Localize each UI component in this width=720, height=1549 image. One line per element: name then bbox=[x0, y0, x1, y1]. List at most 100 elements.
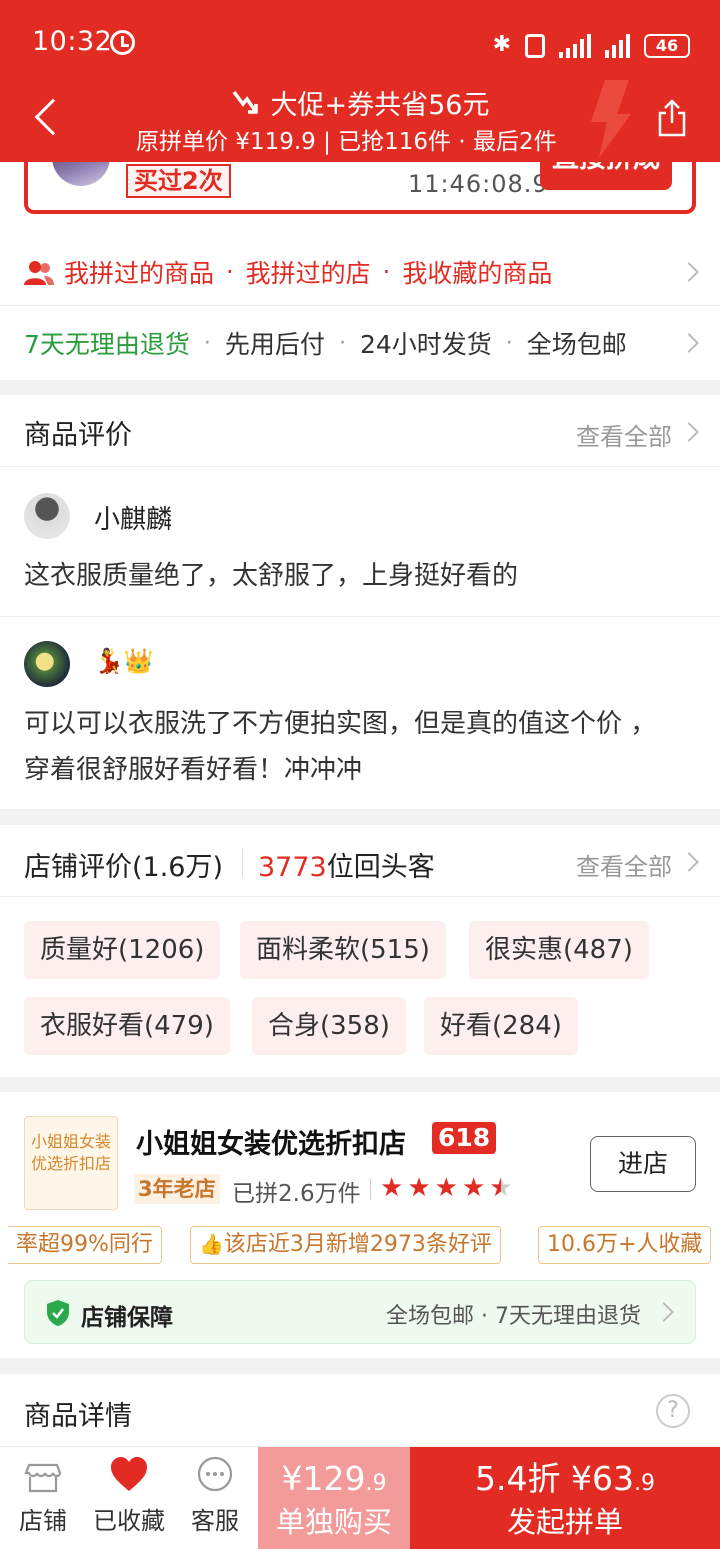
review-tag[interactable]: 好看(284) bbox=[424, 997, 578, 1055]
star-icon: ★ bbox=[434, 1173, 458, 1203]
review-tag[interactable]: 质量好(1206) bbox=[24, 921, 221, 979]
chevron-right-icon bbox=[679, 262, 699, 282]
solo-label: 单独购买 bbox=[275, 1505, 392, 1539]
shop-logo[interactable]: 小姐姐女装优选折扣店 bbox=[24, 1116, 118, 1210]
start-group-buy-button[interactable]: 5.4折 ¥63.9 发起拼单 bbox=[410, 1447, 720, 1549]
signal-icon-2 bbox=[605, 34, 630, 58]
see-all-reviews-link[interactable]: 查看全部 bbox=[576, 417, 672, 452]
star-icon: ★ bbox=[380, 1173, 404, 1203]
chevron-right-icon bbox=[679, 333, 699, 353]
shop-highlight-chip: 10.6万+人收藏 bbox=[538, 1226, 712, 1264]
group-price: 5.4折 ¥63.9 bbox=[410, 1447, 720, 1502]
separator-dot: · bbox=[338, 330, 346, 356]
product-page: 10:32 ✱ 46 大促+券共省56元 原拼单价 ¥119.9 | 已抢116… bbox=[0, 0, 720, 1549]
tab-label: 店铺 bbox=[19, 1507, 67, 1535]
review-tag[interactable]: 很实惠(487) bbox=[469, 921, 649, 979]
chevron-right-icon bbox=[654, 1302, 674, 1322]
link-favorites[interactable]: 我收藏的商品 bbox=[402, 254, 552, 290]
separator-dot: · bbox=[226, 258, 234, 286]
promo-subtext: 原拼单价 ¥119.9 | 已抢116件 · 最后2件 bbox=[136, 129, 557, 155]
thumbs-up-icon: 👍 bbox=[199, 1232, 224, 1256]
buy-alone-button[interactable]: ¥129.9 单独购买 bbox=[258, 1447, 410, 1549]
reviewer-name: 小麒麟 bbox=[94, 505, 173, 535]
users-icon bbox=[24, 261, 54, 285]
solo-price-int: ¥129 bbox=[281, 1459, 366, 1498]
divider bbox=[370, 1178, 371, 1200]
tab-favorited[interactable]: 已收藏 bbox=[86, 1455, 172, 1536]
vibrate-icon bbox=[525, 34, 545, 58]
heart-icon bbox=[111, 1457, 147, 1491]
separator-dot: · bbox=[505, 330, 513, 356]
shop-reviews-header: 店铺评价(1.6万) 3773位回头客 查看全部 bbox=[0, 825, 720, 897]
half-star-icon: ★ bbox=[489, 1173, 513, 1203]
chevron-right-icon bbox=[679, 422, 699, 442]
tab-customer-service[interactable]: 客服 bbox=[172, 1455, 258, 1536]
price-drop-icon bbox=[232, 90, 258, 114]
star-icon: ★ bbox=[461, 1173, 486, 1203]
status-bar: 10:32 ✱ 46 bbox=[0, 0, 720, 82]
enter-shop-button[interactable]: 进店 bbox=[590, 1136, 696, 1192]
returning-customers: 3773位回头客 bbox=[258, 845, 435, 884]
link-bought-shops[interactable]: 我拼过的店 bbox=[246, 254, 371, 290]
tab-label: 客服 bbox=[191, 1507, 239, 1535]
service-return: 7天无理由退货 bbox=[24, 330, 190, 359]
review-item: 小麒麟 这衣服质量绝了，太舒服了，上身挺好看的 bbox=[0, 467, 720, 617]
status-time: 10:32 bbox=[32, 26, 113, 57]
review-tags: 质量好(1206) 面料柔软(515) 很实惠(487) 衣服好看(479) 合… bbox=[0, 897, 720, 1077]
review-text: 可以可以衣服洗了不方便拍实图，但是真的值这个价 ，穿着很舒服好看好看！冲冲冲 bbox=[24, 709, 657, 785]
review-tag[interactable]: 衣服好看(479) bbox=[24, 997, 230, 1055]
bottom-action-bar: 店铺 已收藏 客服 ¥129.9 单独购买 5.4折 ¥63.9 发起拼单 bbox=[0, 1446, 720, 1549]
share-icon[interactable] bbox=[656, 99, 688, 137]
review-text: 这衣服质量绝了，太舒服了，上身挺好看的 bbox=[24, 561, 519, 591]
shop-age-badge: 3年老店 bbox=[134, 1174, 220, 1204]
status-icons: ✱ 46 bbox=[493, 30, 690, 58]
avatar bbox=[24, 641, 70, 687]
section-gap bbox=[0, 1077, 720, 1092]
separator-dot: · bbox=[203, 330, 211, 356]
promo-618-badge: 618 bbox=[432, 1122, 497, 1154]
guarantee-title: 店铺保障 bbox=[81, 1305, 173, 1331]
divider bbox=[242, 849, 243, 877]
tab-label: 已收藏 bbox=[93, 1507, 165, 1535]
history-links-row[interactable]: 我拼过的商品 · 我拼过的店 · 我收藏的商品 bbox=[0, 238, 720, 306]
service-24h-ship: 24小时发货 bbox=[359, 330, 492, 359]
link-bought-products[interactable]: 我拼过的商品 bbox=[64, 254, 214, 290]
see-all-shop-reviews-link[interactable]: 查看全部 bbox=[576, 847, 672, 882]
promo-text: 大促+券共省56元 bbox=[270, 89, 490, 121]
countdown-timer: 11:46:08.9 bbox=[408, 170, 549, 198]
lightning-decoration-icon bbox=[591, 80, 631, 158]
product-reviews-header: 商品评价 查看全部 bbox=[0, 395, 720, 467]
top-header: 10:32 ✱ 46 大促+券共省56元 原拼单价 ¥119.9 | 已抢116… bbox=[0, 0, 720, 162]
avatar bbox=[24, 493, 70, 539]
group-price-int: 5.4折 ¥63 bbox=[475, 1459, 634, 1498]
chip-text: 该店近3月新增2973条好评 bbox=[223, 1232, 492, 1257]
reviewer-emoji-name: 💃👑 bbox=[94, 647, 154, 675]
returning-count: 3773 bbox=[258, 852, 327, 883]
shield-check-icon bbox=[47, 1300, 69, 1326]
shop-guarantee-bar[interactable]: 店铺保障 全场包邮 · 7天无理由退货 bbox=[24, 1280, 696, 1344]
chat-icon bbox=[197, 1456, 233, 1492]
shop-name[interactable]: 小姐姐女装优选折扣店 bbox=[136, 1122, 406, 1161]
store-icon bbox=[24, 1463, 62, 1493]
signal-icon bbox=[559, 34, 591, 58]
chevron-right-icon bbox=[679, 852, 699, 872]
section-title: 商品评价 bbox=[24, 420, 132, 451]
tab-shop[interactable]: 店铺 bbox=[0, 1455, 86, 1536]
shop-highlight-chip: 👍该店近3月新增2973条好评 bbox=[190, 1226, 501, 1264]
shop-rating-stars: ★ ★ ★ ★ ★ bbox=[380, 1174, 513, 1202]
product-details-header: 商品详情 ? bbox=[0, 1374, 720, 1446]
section-title: 商品详情 bbox=[24, 1401, 132, 1432]
solo-price: ¥129.9 bbox=[258, 1447, 410, 1502]
services-row[interactable]: 7天无理由退货 · 先用后付 · 24小时发货 · 全场包邮 bbox=[0, 306, 720, 380]
review-tag[interactable]: 面料柔软(515) bbox=[240, 921, 446, 979]
review-item: 💃👑 可以可以衣服洗了不方便拍实图，但是真的值这个价 ，穿着很舒服好看好看！冲冲… bbox=[0, 617, 720, 809]
review-tag[interactable]: 合身(358) bbox=[252, 997, 406, 1055]
group-price-dec: .9 bbox=[633, 1471, 655, 1496]
shop-highlights: 率超99%同行 👍该店近3月新增2973条好评 10.6万+人收藏 bbox=[0, 1226, 720, 1264]
battery-icon: 46 bbox=[644, 34, 690, 58]
shop-highlight-chip: 率超99%同行 bbox=[8, 1226, 162, 1264]
service-free-shipping: 全场包邮 bbox=[526, 330, 627, 359]
help-icon[interactable]: ? bbox=[656, 1394, 690, 1428]
section-gap bbox=[0, 809, 720, 825]
guarantee-items: 全场包邮 · 7天无理由退货 bbox=[386, 1304, 641, 1329]
